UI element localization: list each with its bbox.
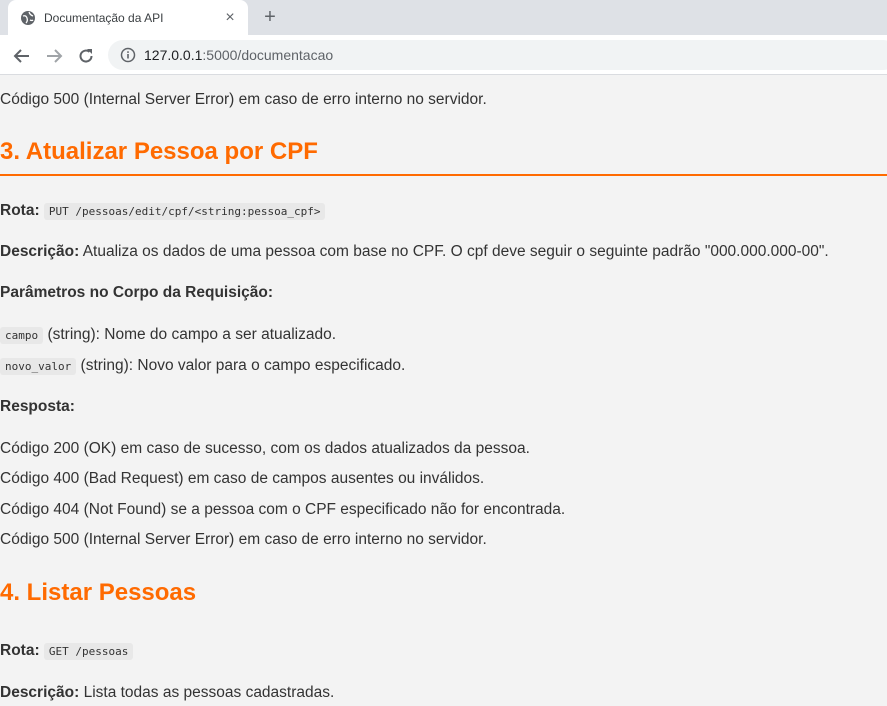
- section-3-description: Descrição: Atualiza os dados de uma pess…: [0, 243, 829, 261]
- back-button[interactable]: [10, 44, 34, 68]
- response-item: Código 200 (OK) em caso de sucesso, com …: [0, 440, 530, 457]
- route-code: PUT /pessoas/edit/cpf/<string:pessoa_cpf…: [43, 203, 326, 220]
- url-text: 127.0.0.1:5000/documentacao: [144, 47, 333, 63]
- section-4-title: 4. Listar Pessoas: [0, 579, 197, 606]
- params-heading: Parâmetros no Corpo da Requisição:: [0, 284, 274, 301]
- route-code: GET /pessoas: [43, 643, 134, 660]
- forward-arrow-icon: [47, 49, 63, 63]
- reload-icon: [79, 49, 93, 63]
- back-arrow-icon: [13, 49, 29, 63]
- section-4-route: Rota: GET /pessoas: [0, 642, 134, 660]
- param-item: novo_valor (string): Novo valor para o c…: [0, 357, 405, 375]
- response-item: Código 404 (Not Found) se a pessoa com o…: [0, 501, 566, 518]
- tab-title: Documentação da API: [44, 10, 164, 25]
- description-label: Descrição:: [0, 684, 80, 701]
- browser-toolbar: 127.0.0.1:5000/documentacao: [0, 35, 887, 75]
- url-host: 127.0.0.1: [144, 47, 203, 63]
- param-item: campo (string): Nome do campo a ser atua…: [0, 326, 336, 344]
- description-text: Lista todas as pessoas cadastradas.: [83, 684, 335, 701]
- section-4-description: Descrição: Lista todas as pessoas cadast…: [0, 684, 334, 702]
- section-3-route: Rota: PUT /pessoas/edit/cpf/<string:pess…: [0, 202, 326, 220]
- close-tab-icon[interactable]: ×: [222, 9, 238, 27]
- param-name: campo: [0, 327, 44, 344]
- address-bar[interactable]: 127.0.0.1:5000/documentacao: [108, 40, 887, 70]
- response-heading: Resposta:: [0, 398, 75, 415]
- globe-icon: [20, 10, 36, 26]
- param-text: (string): Novo valor para o campo especi…: [80, 357, 406, 374]
- reload-button[interactable]: [74, 44, 98, 68]
- param-text: (string): Nome do campo a ser atualizado…: [47, 326, 337, 343]
- response-item: Código 500 (Internal Server Error) em ca…: [0, 531, 487, 548]
- section-3-title: 3. Atualizar Pessoa por CPF: [0, 138, 318, 165]
- new-tab-button[interactable]: +: [259, 6, 281, 28]
- section-3-divider: [0, 174, 887, 176]
- description-label: Descrição:: [0, 243, 80, 260]
- response-code-500-previous: Código 500 (Internal Server Error) em ca…: [0, 91, 487, 108]
- url-path: :5000/documentacao: [202, 47, 334, 63]
- forward-button[interactable]: [42, 44, 66, 68]
- response-item: Código 400 (Bad Request) em caso de camp…: [0, 470, 485, 487]
- route-label: Rota:: [0, 202, 40, 219]
- param-name: novo_valor: [0, 358, 77, 375]
- description-text: Atualiza os dados de uma pessoa com base…: [82, 243, 829, 260]
- info-icon[interactable]: [120, 47, 136, 63]
- browser-tab[interactable]: Documentação da API ×: [8, 0, 248, 35]
- route-label: Rota:: [0, 642, 40, 659]
- tab-strip: Documentação da API × +: [0, 0, 887, 35]
